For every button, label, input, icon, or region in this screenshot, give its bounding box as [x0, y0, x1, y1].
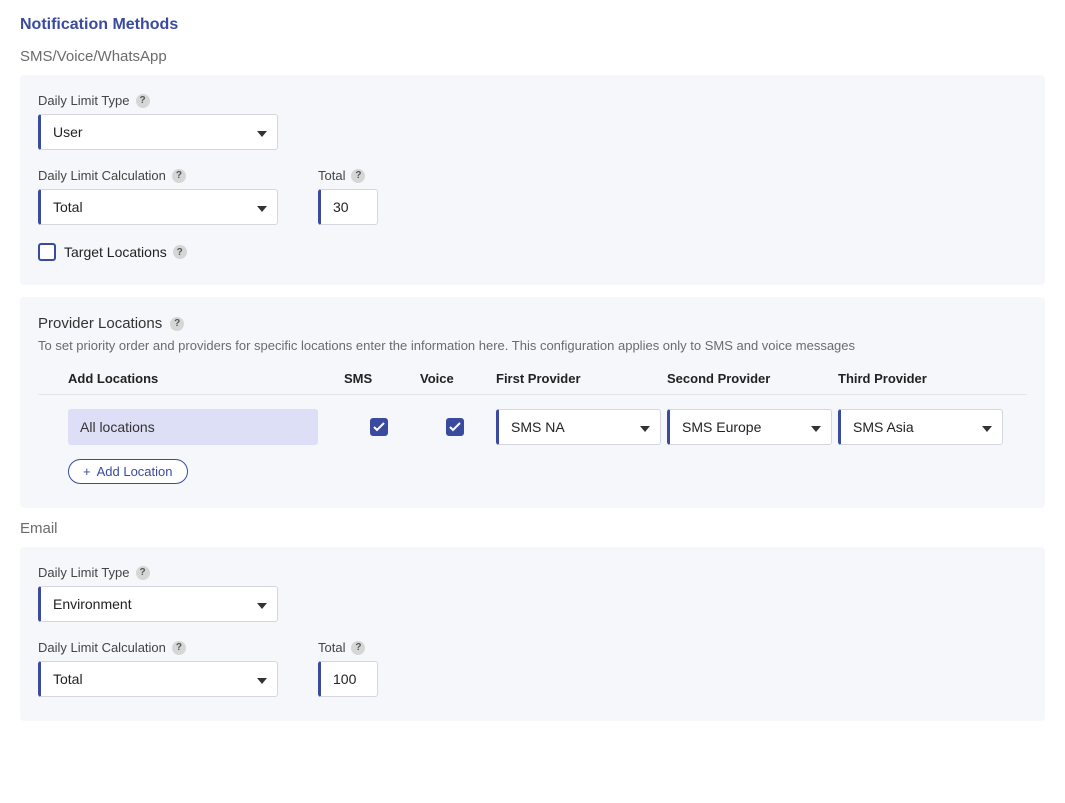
email-daily-limit-calc-value: Total: [53, 671, 83, 687]
provider-locations-desc: To set priority order and providers for …: [38, 338, 1027, 353]
third-provider-select[interactable]: SMS Asia: [838, 409, 1003, 445]
email-daily-limit-type-value: Environment: [53, 596, 132, 612]
third-provider-value: SMS Asia: [853, 419, 914, 435]
location-cell[interactable]: All locations: [68, 409, 318, 445]
target-locations-checkbox[interactable]: [38, 243, 56, 261]
plus-icon: +: [83, 464, 91, 479]
email-daily-limit-type-select[interactable]: Environment: [38, 586, 278, 622]
daily-limit-calc-select[interactable]: Total: [38, 189, 278, 225]
email-panel: Daily Limit Type ? Environment Daily Lim…: [20, 547, 1045, 721]
sms-subsection-label: SMS/Voice/WhatsApp: [20, 48, 1045, 65]
add-location-label: Add Location: [97, 464, 173, 479]
daily-limit-type-value: User: [53, 124, 83, 140]
target-locations-text: Target Locations: [64, 244, 167, 260]
col-third-provider: Third Provider: [838, 371, 1003, 386]
chevron-down-icon: [257, 124, 267, 140]
email-total-text: Total: [318, 640, 345, 655]
email-total-input[interactable]: [318, 661, 378, 697]
col-sms: SMS: [344, 371, 414, 386]
chevron-down-icon: [257, 596, 267, 612]
target-locations-label: Target Locations ?: [64, 244, 187, 260]
daily-limit-calc-text: Daily Limit Calculation: [38, 168, 166, 183]
daily-limit-type-select[interactable]: User: [38, 114, 278, 150]
first-provider-value: SMS NA: [511, 419, 565, 435]
chevron-down-icon: [257, 199, 267, 215]
help-icon[interactable]: ?: [172, 169, 186, 183]
help-icon[interactable]: ?: [351, 641, 365, 655]
chevron-down-icon: [640, 419, 650, 435]
first-provider-select[interactable]: SMS NA: [496, 409, 661, 445]
chevron-down-icon: [982, 419, 992, 435]
email-subsection-label: Email: [20, 520, 1045, 537]
daily-limit-type-label: Daily Limit Type ?: [38, 93, 278, 108]
provider-table-header: Add Locations SMS Voice First Provider S…: [38, 367, 1027, 395]
sms-panel: Daily Limit Type ? User Daily Limit Calc…: [20, 75, 1045, 285]
help-icon[interactable]: ?: [173, 245, 187, 259]
provider-locations-title: Provider Locations ?: [38, 315, 1027, 332]
help-icon[interactable]: ?: [136, 94, 150, 108]
col-second-provider: Second Provider: [667, 371, 832, 386]
second-provider-select[interactable]: SMS Europe: [667, 409, 832, 445]
total-text: Total: [318, 168, 345, 183]
chevron-down-icon: [257, 671, 267, 687]
help-icon[interactable]: ?: [351, 169, 365, 183]
sms-checkbox[interactable]: [370, 418, 388, 436]
daily-limit-calc-value: Total: [53, 199, 83, 215]
email-daily-limit-calc-select[interactable]: Total: [38, 661, 278, 697]
page-title: Notification Methods: [20, 16, 1045, 34]
daily-limit-calc-label: Daily Limit Calculation ?: [38, 168, 278, 183]
daily-limit-type-text: Daily Limit Type: [38, 93, 130, 108]
help-icon[interactable]: ?: [170, 317, 184, 331]
table-row: All locations SMS NA SMS Europe: [38, 409, 1027, 445]
help-icon[interactable]: ?: [136, 566, 150, 580]
email-daily-limit-calc-text: Daily Limit Calculation: [38, 640, 166, 655]
add-location-button[interactable]: + Add Location: [68, 459, 188, 484]
total-label: Total ?: [318, 168, 378, 183]
voice-checkbox[interactable]: [446, 418, 464, 436]
col-first-provider: First Provider: [496, 371, 661, 386]
email-total-label: Total ?: [318, 640, 378, 655]
col-add-locations: Add Locations: [68, 371, 338, 386]
second-provider-value: SMS Europe: [682, 419, 761, 435]
provider-locations-title-text: Provider Locations: [38, 315, 162, 332]
col-voice: Voice: [420, 371, 490, 386]
email-daily-limit-type-label: Daily Limit Type ?: [38, 565, 278, 580]
email-daily-limit-type-text: Daily Limit Type: [38, 565, 130, 580]
chevron-down-icon: [811, 419, 821, 435]
total-input[interactable]: [318, 189, 378, 225]
help-icon[interactable]: ?: [172, 641, 186, 655]
provider-locations-panel: Provider Locations ? To set priority ord…: [20, 297, 1045, 508]
email-daily-limit-calc-label: Daily Limit Calculation ?: [38, 640, 278, 655]
